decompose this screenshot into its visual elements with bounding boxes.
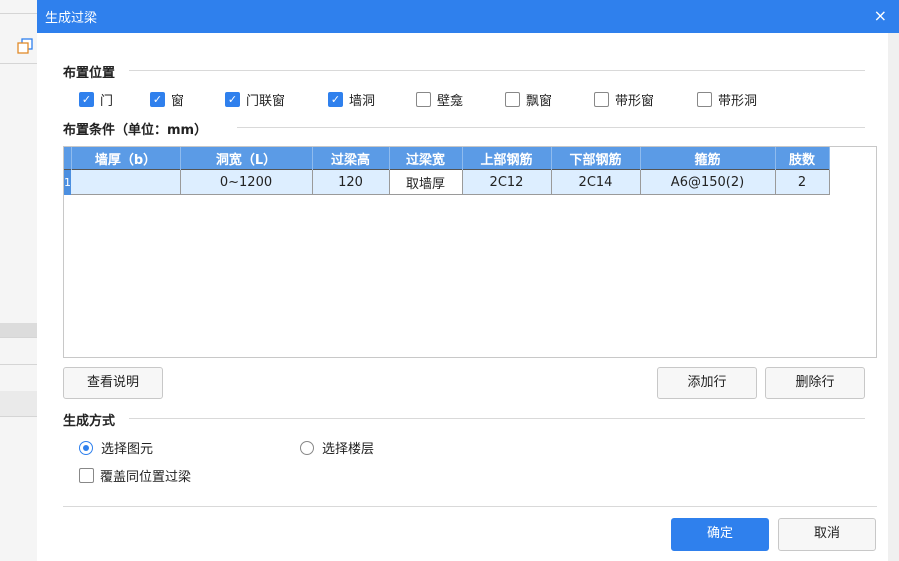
- help-button[interactable]: 查看说明: [63, 367, 163, 399]
- table-cell[interactable]: [71, 169, 181, 195]
- row-header-corner: [64, 147, 72, 170]
- checkbox-strip-window-label: 带形窗: [615, 94, 655, 109]
- generate-lintel-dialog: 生成过梁 × 布置位置 ✓ 门 ✓ 窗 ✓ 门联窗 ✓ 墙洞 壁龛 飘窗 带形窗…: [37, 0, 899, 561]
- column-header-bottom-rebar[interactable]: 下部钢筋: [551, 147, 641, 170]
- section-divider: [129, 70, 865, 71]
- dialog-titlebar: 生成过梁 ×: [37, 0, 899, 33]
- radio-select-element-dot[interactable]: [79, 440, 93, 455]
- checkbox-strip-hole-box[interactable]: [697, 92, 712, 107]
- generate-section-title: 生成方式: [63, 414, 116, 429]
- background-app-panel: [0, 0, 38, 561]
- checkbox-wall-hole-label: 墙洞: [349, 94, 376, 109]
- bg-row: [0, 337, 37, 365]
- checkbox-niche-box[interactable]: [416, 92, 431, 107]
- column-header-lintel-width[interactable]: 过梁宽: [389, 147, 463, 170]
- checkbox-bay-window-box[interactable]: [505, 92, 520, 107]
- table-cell[interactable]: 2: [775, 169, 830, 195]
- table-cell[interactable]: 120: [312, 169, 390, 195]
- checkbox-door-window-box[interactable]: ✓: [225, 92, 240, 107]
- checkbox-door-box[interactable]: ✓: [79, 92, 94, 107]
- checkbox-window-box[interactable]: ✓: [150, 92, 165, 107]
- dialog-title: 生成过梁: [45, 11, 98, 26]
- table-cell[interactable]: 取墙厚: [389, 169, 463, 195]
- checkbox-strip-hole[interactable]: 带形洞: [697, 90, 757, 109]
- checkbox-niche[interactable]: 壁龛: [416, 90, 463, 109]
- conditions-section-title: 布置条件（单位：mm）: [63, 123, 208, 138]
- add-row-button[interactable]: 添加行: [657, 367, 757, 399]
- checkbox-wall-hole[interactable]: ✓ 墙洞: [328, 90, 375, 109]
- radio-select-element[interactable]: 选择图元: [79, 438, 153, 457]
- section-divider: [129, 418, 865, 419]
- checkbox-niche-label: 壁龛: [437, 94, 464, 109]
- checkbox-bay-window-label: 飘窗: [526, 94, 553, 109]
- column-header-wall-thickness[interactable]: 墙厚（b）: [71, 147, 181, 170]
- table-cell[interactable]: A6@150(2): [640, 169, 776, 195]
- bg-row: [0, 391, 37, 417]
- checkbox-overwrite-label: 覆盖同位置过梁: [100, 470, 192, 485]
- row-number[interactable]: 1: [64, 169, 71, 195]
- checkbox-window-label: 窗: [171, 94, 185, 109]
- footer-divider: [63, 506, 877, 507]
- checkbox-door[interactable]: ✓ 门: [79, 90, 113, 109]
- checkbox-strip-window-box[interactable]: [594, 92, 609, 107]
- delete-row-button[interactable]: 删除行: [765, 367, 865, 399]
- conditions-table: 墙厚（b） 洞宽（L） 过梁高 过梁宽 上部钢筋 下部钢筋 箍筋 肢数 1 0~…: [64, 147, 830, 195]
- table-row[interactable]: 1 0~1200 120 取墙厚 2C12 2C14 A6@150(2) 2: [64, 169, 830, 195]
- radio-select-element-label: 选择图元: [101, 442, 154, 457]
- checkbox-door-window-label: 门联窗: [246, 94, 286, 109]
- bg-divider: [0, 62, 37, 64]
- section-divider: [237, 127, 865, 128]
- checkbox-wall-hole-box[interactable]: ✓: [328, 92, 343, 107]
- column-header-lintel-height[interactable]: 过梁高: [312, 147, 390, 170]
- conditions-grid: 墙厚（b） 洞宽（L） 过梁高 过梁宽 上部钢筋 下部钢筋 箍筋 肢数 1 0~…: [63, 146, 877, 358]
- radio-select-floor-dot[interactable]: [300, 440, 314, 455]
- close-icon[interactable]: ×: [874, 6, 887, 25]
- checkbox-strip-window[interactable]: 带形窗: [594, 90, 654, 109]
- bg-toolbar-row: [0, 0, 37, 14]
- radio-select-floor[interactable]: 选择楼层: [300, 438, 374, 457]
- checkbox-strip-hole-label: 带形洞: [718, 94, 758, 109]
- dialog-right-edge: [888, 33, 899, 561]
- radio-select-floor-label: 选择楼层: [322, 442, 375, 457]
- table-cell[interactable]: 2C14: [551, 169, 641, 195]
- table-header-row: 墙厚（b） 洞宽（L） 过梁高 过梁宽 上部钢筋 下部钢筋 箍筋 肢数: [64, 147, 830, 170]
- table-cell[interactable]: 0~1200: [180, 169, 313, 195]
- bg-splitter[interactable]: [0, 323, 37, 338]
- ok-button[interactable]: 确定: [671, 518, 769, 551]
- bg-row: [0, 364, 37, 392]
- column-header-legs[interactable]: 肢数: [775, 147, 830, 170]
- checkbox-bay-window[interactable]: 飘窗: [505, 90, 552, 109]
- checkbox-overwrite[interactable]: 覆盖同位置过梁: [79, 466, 191, 485]
- column-header-opening-width[interactable]: 洞宽（L）: [180, 147, 313, 170]
- checkbox-door-window[interactable]: ✓ 门联窗: [225, 90, 285, 109]
- column-header-top-rebar[interactable]: 上部钢筋: [462, 147, 552, 170]
- table-cell[interactable]: 2C12: [462, 169, 552, 195]
- column-header-stirrup[interactable]: 箍筋: [640, 147, 776, 170]
- cancel-button[interactable]: 取消: [778, 518, 876, 551]
- copy-icon[interactable]: [17, 38, 33, 54]
- checkbox-window[interactable]: ✓ 窗: [150, 90, 184, 109]
- checkbox-door-label: 门: [100, 94, 114, 109]
- placement-section-title: 布置位置: [63, 66, 116, 81]
- checkbox-overwrite-box[interactable]: [79, 468, 94, 483]
